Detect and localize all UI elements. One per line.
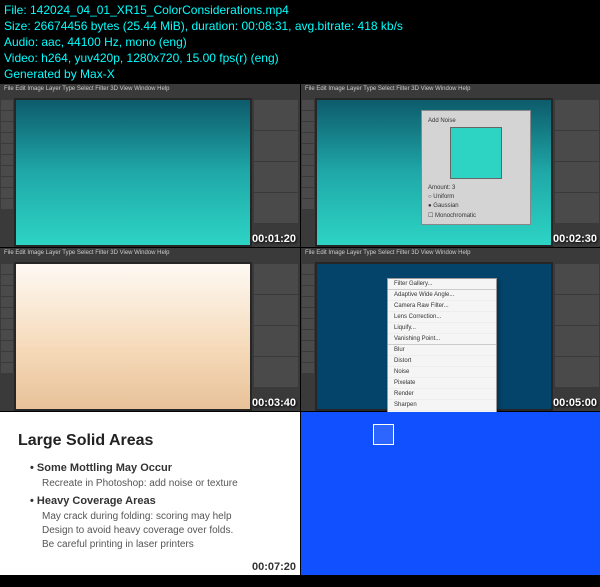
- slide-bullet-2: • Heavy Coverage Areas: [30, 495, 282, 507]
- photoshop-menubar: File Edit Image Layer Type Select Filter…: [301, 84, 600, 98]
- dialog-preview: [450, 127, 502, 179]
- dialog-opt-gaussian: ● Gaussian: [428, 203, 524, 209]
- menu-item: Blur: [388, 345, 496, 356]
- menu-item: Pixelate: [388, 378, 496, 389]
- photoshop-panels: [553, 262, 600, 411]
- timestamp-1: 00:01:20: [252, 233, 296, 245]
- media-info-header: File: 142024_04_01_XR15_ColorConsiderati…: [0, 0, 600, 84]
- slide-sub-4: Be careful printing in laser printers: [42, 539, 282, 550]
- size-line: Size: 26674456 bytes (25.44 MiB), durati…: [4, 18, 596, 34]
- dialog-opt-mono: ☐ Monochromatic: [428, 212, 524, 218]
- canvas-teal-gradient: [16, 100, 250, 245]
- menu-item: Liquify...: [388, 323, 496, 334]
- photoshop-menubar: File Edit Image Layer Type Select Filter…: [301, 248, 600, 262]
- thumbnail-5-slide: Large Solid Areas • Some Mottling May Oc…: [0, 412, 300, 575]
- video-line: Video: h264, yuv420p, 1280x720, 15.00 fp…: [4, 50, 596, 66]
- photoshop-panels: [252, 98, 300, 247]
- thumbnail-1: File Edit Image Layer Type Select Filter…: [0, 84, 300, 247]
- thumbnail-4: File Edit Image Layer Type Select Filter…: [301, 248, 600, 411]
- thumbnail-6-blank: [301, 412, 600, 575]
- dialog-opt-amount: Amount: 3: [428, 185, 524, 191]
- canvas-teal-gradient: Add Noise Amount: 3 ○ Uniform ● Gaussian…: [317, 100, 551, 245]
- add-noise-dialog: Add Noise Amount: 3 ○ Uniform ● Gaussian…: [421, 110, 531, 225]
- photoshop-toolbar: [301, 262, 315, 411]
- generated-line: Generated by Max-X: [4, 66, 596, 82]
- timestamp-5: 00:07:20: [252, 561, 296, 573]
- menu-filter-gallery: Filter Gallery...: [388, 279, 496, 290]
- menu-item: Vanishing Point...: [388, 334, 496, 345]
- audio-line: Audio: aac, 44100 Hz, mono (eng): [4, 34, 596, 50]
- photoshop-toolbar: [0, 98, 14, 247]
- menu-item: Noise: [388, 367, 496, 378]
- timestamp-2: 00:02:30: [553, 233, 597, 245]
- thumbnail-grid: File Edit Image Layer Type Select Filter…: [0, 84, 600, 575]
- canvas-dark-blue: Filter Gallery... Adaptive Wide Angle...…: [317, 264, 551, 409]
- photoshop-toolbar: [301, 98, 315, 247]
- photoshop-menubar: File Edit Image Layer Type Select Filter…: [0, 248, 300, 262]
- menu-item: Render: [388, 389, 496, 400]
- slide-sub-1: Recreate in Photoshop: add noise or text…: [42, 478, 282, 489]
- slide-sub-3: Design to avoid heavy coverage over fold…: [42, 525, 282, 536]
- photoshop-panels: [553, 98, 600, 247]
- thumbnail-3: File Edit Image Layer Type Select Filter…: [0, 248, 300, 411]
- photoshop-menubar: File Edit Image Layer Type Select Filter…: [0, 84, 300, 98]
- timestamp-3: 00:03:40: [252, 397, 296, 409]
- slide-bullet-1: • Some Mottling May Occur: [30, 462, 282, 474]
- slide-title: Large Solid Areas: [18, 432, 282, 450]
- dialog-opt-uniform: ○ Uniform: [428, 194, 524, 200]
- dialog-title: Add Noise: [428, 118, 524, 124]
- photoshop-toolbar: [0, 262, 14, 411]
- thumbnail-2: File Edit Image Layer Type Select Filter…: [301, 84, 600, 247]
- menu-item: Sharpen: [388, 400, 496, 411]
- menu-item: Distort: [388, 356, 496, 367]
- file-line: File: 142024_04_01_XR15_ColorConsiderati…: [4, 2, 596, 18]
- timestamp-4: 00:05:00: [553, 397, 597, 409]
- menu-item: Adaptive Wide Angle...: [388, 290, 496, 301]
- slide-sub-2: May crack during folding: scoring may he…: [42, 511, 282, 522]
- photoshop-panels: [252, 262, 300, 411]
- canvas-peach-gradient: [16, 264, 250, 409]
- menu-item: Camera Raw Filter...: [388, 301, 496, 312]
- menu-item: Lens Correction...: [388, 312, 496, 323]
- highlight-box: [373, 424, 394, 445]
